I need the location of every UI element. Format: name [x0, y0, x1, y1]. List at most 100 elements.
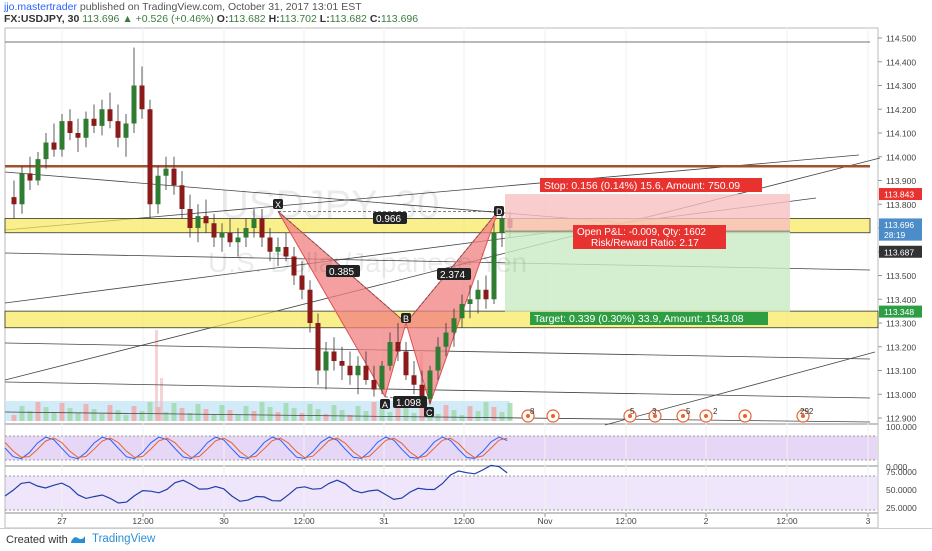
x-tick-label: 12:00 — [615, 516, 637, 526]
tradingview-brand-link[interactable]: TradingView — [92, 533, 155, 545]
point-d-label: D — [494, 206, 504, 217]
price-tag-label: 113.843 — [884, 190, 914, 200]
volume-bar — [99, 414, 105, 421]
candle-body — [475, 289, 481, 300]
economic-event-dot — [743, 414, 747, 418]
oscillator-axis-label: 75.0000 — [886, 467, 917, 477]
point-a-label: A — [380, 399, 390, 410]
volume-bar — [147, 402, 153, 421]
candle-body — [131, 85, 137, 124]
volume-bar — [315, 409, 321, 421]
volume-bar — [371, 402, 377, 421]
volume-bar — [35, 402, 41, 421]
svg-text:1.098: 1.098 — [396, 398, 421, 409]
candle-body — [307, 289, 313, 323]
volume-bar — [507, 403, 513, 421]
svg-text:D: D — [496, 207, 503, 217]
candle-body — [35, 159, 41, 181]
svg-text:0.385: 0.385 — [329, 267, 354, 278]
volume-bar — [323, 414, 329, 421]
candle-body — [395, 342, 401, 352]
svg-text:2.374: 2.374 — [440, 270, 465, 281]
y-tick-label: 113.500 — [886, 271, 916, 281]
candle-body — [123, 123, 129, 138]
volume-bar — [91, 409, 97, 421]
candle-body — [155, 175, 161, 205]
high-label: H: — [268, 13, 280, 25]
volume-bar — [195, 404, 201, 421]
volume-bar — [275, 412, 281, 421]
y-tick-label: 114.400 — [886, 57, 916, 67]
y-tick-label: 113.000 — [886, 390, 916, 400]
svg-text:0.966: 0.966 — [376, 214, 401, 225]
svg-text:Target: 0.339 (0.30%) 33.9, Am: Target: 0.339 (0.30%) 33.9, Amount: 1543… — [534, 313, 744, 325]
candle-body — [51, 142, 57, 150]
volume-bar — [499, 412, 505, 421]
event-count-label: 8 — [530, 407, 535, 416]
volume-bar — [211, 414, 217, 421]
volume-spike — [155, 330, 158, 421]
volume-bar — [459, 415, 465, 421]
economic-event-dot — [704, 414, 708, 418]
watermark-name: U.S. Dollar/Japanese Yen — [208, 247, 527, 278]
change-arrow-icon: ▲ — [122, 13, 133, 25]
volume-bar — [435, 414, 441, 421]
svg-text:X: X — [275, 200, 281, 210]
candle-body — [147, 109, 153, 205]
volume-bar — [355, 406, 361, 421]
high-value: 113.702 — [279, 13, 317, 25]
price-chart[interactable]: 114.500 114.400 114.300 114.200 114.100 114.0… — [0, 0, 932, 550]
svg-text:A: A — [382, 400, 388, 410]
y-tick-label: 113.800 — [886, 200, 916, 210]
publication-line: jjo.mastertrader published on TradingVie… — [4, 1, 362, 13]
svg-text:Risk/Reward Ratio: 2.17: Risk/Reward Ratio: 2.17 — [591, 238, 699, 249]
candle-body — [435, 346, 441, 371]
author-link[interactable]: jjo.mastertrader — [4, 1, 77, 13]
volume-bar — [307, 404, 313, 421]
y-tick-label: 113.300 — [886, 319, 916, 329]
x-tick-label: 31 — [379, 516, 389, 526]
candle-body — [27, 173, 33, 181]
ratio-bc-label: 1.098 — [393, 396, 427, 409]
point-c-label: C — [424, 407, 434, 418]
candle-body — [91, 118, 97, 126]
created-with-text: Created with — [6, 534, 68, 546]
x-tick-label: Nov — [537, 516, 553, 526]
volume-bar — [283, 403, 289, 421]
y-tick-label: 113.900 — [886, 176, 916, 186]
y-tick-label: 113.400 — [886, 295, 916, 305]
y-tick-label: 113.200 — [886, 342, 916, 352]
price-tag-label: 113.348 — [884, 307, 914, 317]
candle-body — [195, 216, 201, 228]
stochastic-band — [5, 436, 877, 460]
candle-body — [363, 365, 369, 380]
symbol-label[interactable]: FX:USDJPY, 30 — [4, 13, 79, 25]
open-pnl-label: Open P&L: -0.009, Qty: 1602 Risk/Reward … — [573, 225, 726, 249]
volume-bar — [67, 408, 73, 421]
candle-body — [163, 168, 169, 176]
volume-bar — [51, 412, 57, 421]
volume-bar — [115, 410, 121, 421]
x-tick-label: 12:00 — [293, 516, 315, 526]
candle-body — [219, 232, 225, 238]
volume-bar — [11, 415, 17, 421]
candle-body — [467, 299, 473, 304]
candle-body — [243, 228, 249, 238]
volume-bar — [123, 415, 129, 421]
low-label: L: — [319, 13, 330, 25]
x-tick-label: 12:00 — [132, 516, 154, 526]
open-label: O: — [216, 13, 229, 25]
candle-body — [371, 380, 377, 390]
x-tick-label: 12:00 — [453, 516, 475, 526]
volume-bar — [163, 412, 169, 421]
volume-bar — [43, 407, 49, 421]
candle-body — [107, 109, 113, 122]
volume-bar — [75, 413, 81, 421]
candle-body — [379, 365, 385, 390]
volume-bar — [203, 409, 209, 421]
volume-bar — [227, 410, 233, 421]
volume-bar — [331, 405, 337, 421]
svg-text:B: B — [403, 314, 409, 324]
y-tick-label: 114.300 — [886, 81, 916, 91]
candle-body — [323, 351, 329, 371]
